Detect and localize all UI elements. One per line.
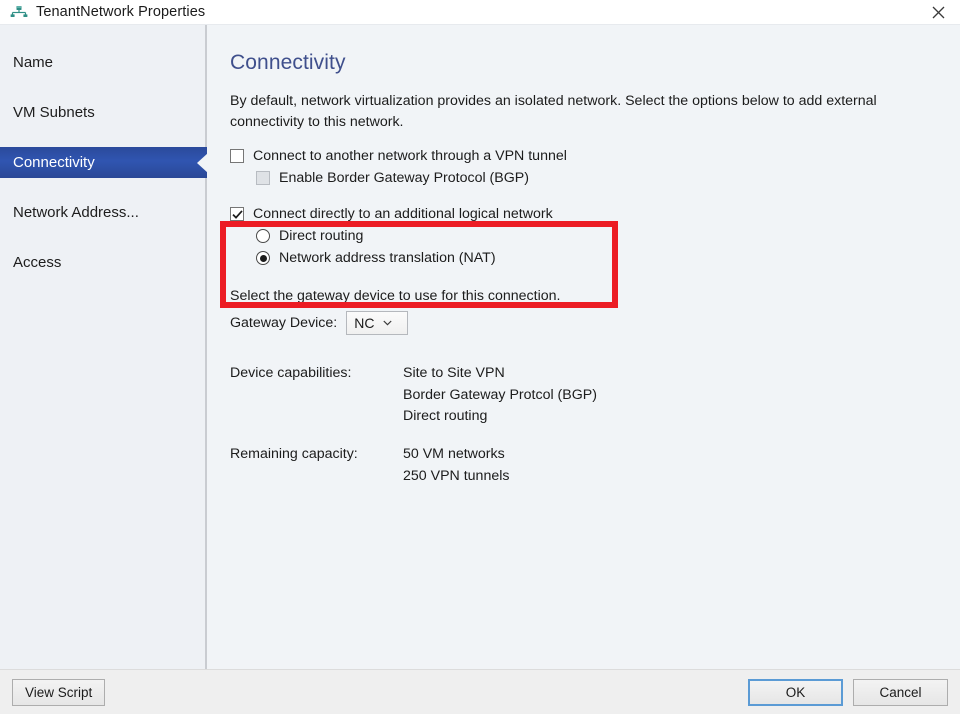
device-capability-item: Direct routing (403, 408, 488, 425)
sidebar-item-network-address[interactable]: Network Address... (0, 197, 205, 228)
properties-dialog: TenantNetwork Properties Name VM Subnets… (0, 0, 960, 714)
radio-row-nat[interactable]: Network address translation (NAT) (256, 250, 960, 266)
radio-direct-routing[interactable] (256, 229, 270, 244)
checkbox-additional-logical-network[interactable] (230, 207, 244, 222)
checkbox-row-additional-logical-network[interactable]: Connect directly to an additional logica… (230, 206, 960, 222)
remaining-capacity-label: Remaining capacity: (230, 445, 358, 462)
checkbox-label-additional-logical-network: Connect directly to an additional logica… (253, 206, 553, 223)
device-capability-item: Site to Site VPN (403, 365, 505, 382)
gateway-device-row: Gateway Device: NC (230, 311, 960, 336)
sidebar-item-label: Access (13, 254, 62, 271)
radio-label-direct-routing: Direct routing (279, 228, 364, 245)
gateway-device-value: NC (354, 315, 375, 332)
device-capabilities-label: Device capabilities: (230, 365, 352, 382)
radio-label-nat: Network address translation (NAT) (279, 250, 496, 267)
network-adapter-icon (10, 4, 28, 20)
checkbox-bgp (256, 171, 270, 186)
device-capabilities-values: Site to Site VPN Border Gateway Protcol … (403, 363, 597, 428)
remaining-capacity-item: 250 VPN tunnels (403, 467, 510, 484)
gateway-device-select[interactable]: NC (346, 311, 409, 336)
sidebar-item-vm-subnets[interactable]: VM Subnets (0, 97, 205, 128)
view-script-button[interactable]: View Script (12, 678, 106, 706)
sidebar-item-access[interactable]: Access (0, 247, 205, 278)
dialog-body: Name VM Subnets Connectivity Network Add… (0, 24, 960, 669)
dialog-footer: View Script OK Cancel (0, 669, 960, 714)
checkbox-row-bgp: Enable Border Gateway Protocol (BGP) (256, 170, 960, 186)
close-icon[interactable] (916, 0, 960, 24)
sidebar-item-label: Name (13, 54, 54, 71)
intro-text: By default, network virtualization provi… (230, 93, 877, 130)
remaining-capacity-item: 50 VM networks (403, 445, 505, 462)
page-title: Connectivity (230, 51, 346, 74)
remaining-capacity-values: 50 VM networks 250 VPN tunnels (403, 444, 509, 487)
remaining-capacity-row: Remaining capacity: 50 VM networks 250 V… (230, 444, 960, 487)
sidebar-item-connectivity[interactable]: Connectivity (0, 147, 207, 178)
device-info-table: Device capabilities: Site to Site VPN Bo… (230, 363, 960, 487)
cancel-button[interactable]: Cancel (853, 678, 948, 706)
footer-button-group: OK Cancel (748, 678, 948, 706)
title-bar: TenantNetwork Properties (0, 0, 960, 24)
radio-nat[interactable] (256, 251, 270, 266)
checkbox-vpn-tunnel[interactable] (230, 149, 244, 164)
device-capability-item: Border Gateway Protcol (BGP) (403, 386, 597, 403)
ok-button[interactable]: OK (748, 678, 843, 706)
chevron-down-icon (383, 319, 393, 328)
device-capabilities-row: Device capabilities: Site to Site VPN Bo… (230, 363, 960, 428)
content-pane: Connectivity By default, network virtual… (207, 25, 960, 669)
sidebar-item-label: Connectivity (13, 154, 95, 171)
checkbox-label-vpn-tunnel: Connect to another network through a VPN… (253, 148, 567, 165)
sidebar-item-label: Network Address... (13, 204, 139, 221)
window-title: TenantNetwork Properties (36, 4, 206, 20)
sidebar-item-label: VM Subnets (13, 104, 95, 121)
gateway-note: Select the gateway device to use for thi… (230, 288, 561, 305)
sidebar-nav: Name VM Subnets Connectivity Network Add… (0, 25, 207, 669)
gateway-device-label: Gateway Device: (230, 315, 338, 332)
sidebar-item-name[interactable]: Name (0, 47, 205, 78)
checkbox-row-vpn-tunnel[interactable]: Connect to another network through a VPN… (230, 148, 960, 164)
radio-row-direct-routing[interactable]: Direct routing (256, 228, 960, 244)
checkbox-label-bgp: Enable Border Gateway Protocol (BGP) (279, 170, 529, 187)
